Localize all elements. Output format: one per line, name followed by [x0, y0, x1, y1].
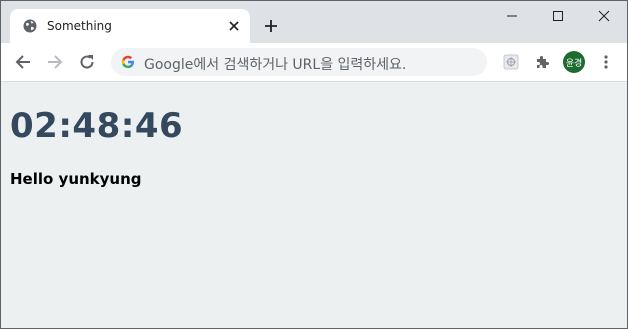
puzzle-icon[interactable]	[530, 50, 554, 74]
greeting-text: Hello yunkyung	[10, 170, 142, 188]
tab-strip: Something	[1, 1, 627, 43]
more-vert-icon[interactable]	[594, 50, 618, 74]
search-input[interactable]: Google에서 검색하거나 URL을 입력하세요.	[144, 54, 406, 74]
minimize-button[interactable]	[489, 1, 535, 31]
tab-active[interactable]: Something	[10, 9, 250, 43]
extension-icon[interactable]	[499, 50, 523, 74]
address-bar[interactable]: Google에서 검색하거나 URL을 입력하세요.	[111, 48, 487, 76]
maximize-button[interactable]	[535, 1, 581, 31]
clock-display: 02:48:46	[10, 106, 184, 146]
arrow-right-icon[interactable]	[43, 50, 67, 74]
browser-toolbar: Google에서 검색하거나 URL을 입력하세요. 윤경	[1, 43, 627, 82]
globe-icon	[23, 19, 37, 33]
plus-icon[interactable]	[261, 16, 281, 36]
google-icon	[121, 55, 135, 69]
window-close-button[interactable]	[581, 1, 627, 31]
arrow-left-icon[interactable]	[11, 50, 35, 74]
browser-window: Something Google에서 검색하거나 URL을 입력하세요. 윤경 …	[0, 0, 628, 329]
page-content: 02:48:46 Hello yunkyung	[1, 82, 627, 328]
reload-icon[interactable]	[75, 50, 99, 74]
avatar[interactable]: 윤경	[563, 51, 585, 73]
close-icon[interactable]	[226, 18, 242, 34]
tab-title: Something	[47, 19, 112, 33]
